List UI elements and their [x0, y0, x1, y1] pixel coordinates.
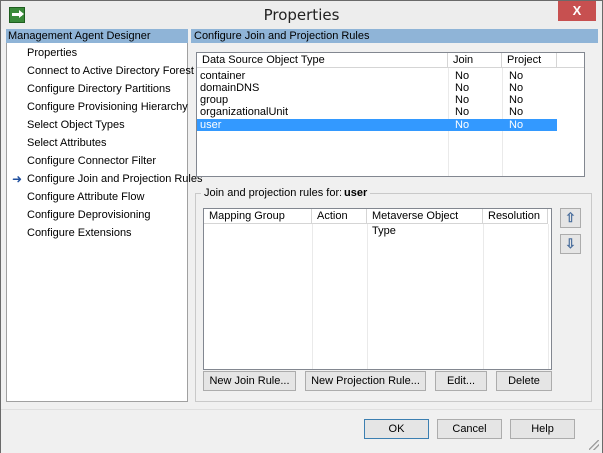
sidebar-item-attributes[interactable]: Select Attributes: [27, 134, 107, 152]
object-type-list[interactable]: Data Source Object Type Join Project con…: [196, 52, 585, 177]
cell-object-type: domainDNS: [200, 82, 260, 94]
sidebar-item-connector-filter[interactable]: Configure Connector Filter: [27, 152, 156, 170]
cell-object-type: container: [200, 70, 246, 82]
grid-line: [548, 224, 549, 369]
cell-object-type: user: [200, 119, 222, 131]
column-header-project[interactable]: Project: [502, 53, 557, 68]
properties-window: Properties X Management Agent Designer P…: [0, 0, 603, 453]
move-down-button[interactable]: ⇩: [560, 234, 581, 254]
delete-button[interactable]: Delete: [496, 371, 552, 391]
rules-list[interactable]: Mapping Group Action Metaverse Object Ty…: [203, 208, 552, 370]
sidebar-item-attribute-flow[interactable]: Configure Attribute Flow: [27, 188, 144, 206]
resize-grip-icon[interactable]: [589, 440, 599, 450]
cell-project: No: [509, 82, 524, 94]
sidebar-item-provisioning-hierarchy[interactable]: Configure Provisioning Hierarchy: [27, 98, 188, 116]
new-join-rule-button[interactable]: New Join Rule...: [203, 371, 296, 391]
page-title: Configure Join and Projection Rules: [191, 29, 598, 43]
edit-button[interactable]: Edit...: [435, 371, 487, 391]
arrow-up-icon: ⇧: [565, 210, 576, 225]
cell-object-type: organizationalUnit: [200, 106, 289, 118]
grid-line: [367, 224, 368, 369]
cell-join: No: [455, 82, 470, 94]
table-row-selected[interactable]: user No No: [197, 119, 557, 131]
column-header-action[interactable]: Action: [312, 209, 367, 224]
sidebar-header: Management Agent Designer: [6, 29, 188, 43]
sidebar-item-directory-partitions[interactable]: Configure Directory Partitions: [27, 80, 171, 98]
grid-line: [483, 224, 484, 369]
sidebar-panel: Properties Connect to Active Directory F…: [6, 43, 203, 402]
cell-project: No: [509, 70, 524, 82]
rules-selected-type: user: [341, 187, 371, 199]
new-projection-rule-button[interactable]: New Projection Rule...: [305, 371, 426, 391]
rules-label: Join and projection rules for:: [201, 187, 346, 199]
sidebar-item-join-projection[interactable]: Configure Join and Projection Rules: [27, 170, 203, 188]
sidebar-item-connect-forest[interactable]: Connect to Active Directory Forest: [27, 62, 194, 80]
move-up-button[interactable]: ⇧: [560, 208, 581, 228]
column-header-object-type[interactable]: Data Source Object Type: [197, 53, 448, 68]
table-row[interactable]: organizationalUnit No No: [197, 106, 557, 118]
arrow-down-icon: ⇩: [565, 236, 576, 251]
table-row[interactable]: container No No: [197, 70, 557, 82]
cell-join: No: [455, 94, 470, 106]
cell-project: No: [509, 106, 524, 118]
column-header-mapping-group[interactable]: Mapping Group: [204, 209, 312, 224]
cell-join: No: [455, 70, 470, 82]
ok-button[interactable]: OK: [364, 419, 429, 439]
table-row[interactable]: domainDNS No No: [197, 82, 557, 94]
sidebar-item-properties[interactable]: Properties: [27, 44, 77, 62]
cell-join: No: [455, 119, 470, 131]
window-title: Properties: [263, 6, 340, 24]
cancel-button[interactable]: Cancel: [437, 419, 502, 439]
cell-project: No: [509, 94, 524, 106]
table-row[interactable]: group No No: [197, 94, 557, 106]
column-header-filler: [557, 53, 584, 68]
sidebar-item-deprovisioning[interactable]: Configure Deprovisioning: [27, 206, 151, 224]
sidebar-item-extensions[interactable]: Configure Extensions: [27, 224, 132, 242]
title-bar[interactable]: Properties X: [1, 1, 602, 29]
cell-object-type: group: [200, 94, 229, 106]
sidebar-item-object-types[interactable]: Select Object Types: [27, 116, 125, 134]
cell-join: No: [455, 106, 470, 118]
close-button[interactable]: X: [558, 1, 596, 21]
column-header-resolution[interactable]: Resolution: [483, 209, 548, 224]
grid-line: [312, 224, 313, 369]
column-header-join[interactable]: Join: [448, 53, 502, 68]
cell-project: No: [509, 119, 524, 131]
column-header-metaverse-type[interactable]: Metaverse Object Type: [367, 209, 483, 237]
current-page-arrow-icon: ➜: [12, 172, 23, 186]
dialog-footer: OK Cancel Help: [1, 409, 602, 453]
help-button[interactable]: Help: [510, 419, 575, 439]
